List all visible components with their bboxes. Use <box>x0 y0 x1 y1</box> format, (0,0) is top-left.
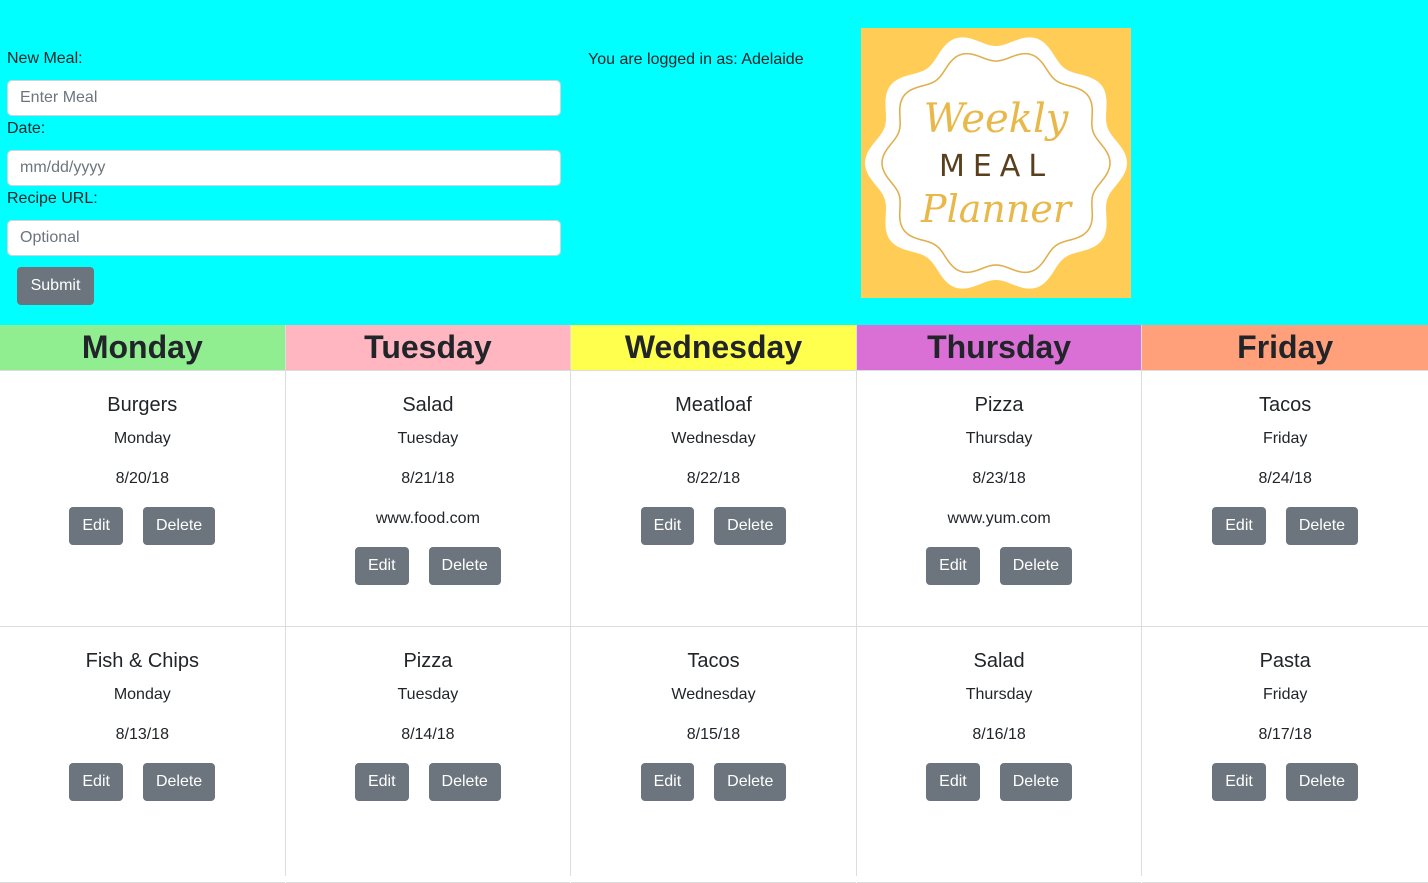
meal-input[interactable] <box>7 80 561 116</box>
meal-name: Meatloaf <box>675 394 752 416</box>
meal-date: 8/13/18 <box>115 726 169 743</box>
delete-button[interactable]: Delete <box>999 763 1072 801</box>
meal-card: Pizza Thursday 8/23/18 www.yum.com Edit … <box>856 371 1142 627</box>
day-column-tuesday: Tuesday Salad Tuesday 8/21/18 www.food.c… <box>285 325 572 883</box>
meal-card: Fish & Chips Monday 8/13/18 Edit Delete <box>0 627 285 883</box>
delete-button[interactable]: Delete <box>1285 507 1359 545</box>
edit-button[interactable]: Edit <box>354 763 409 801</box>
meal-name: Salad <box>402 394 454 416</box>
day-header-thursday: Thursday <box>856 325 1142 371</box>
meal-day: Friday <box>1262 686 1308 703</box>
meal-card: Burgers Monday 8/20/18 Edit Delete <box>0 371 285 627</box>
meal-date: 8/23/18 <box>972 470 1026 487</box>
meal-date: 8/16/18 <box>972 726 1026 743</box>
meal-recipe-url: www.yum.com <box>947 510 1051 527</box>
meal-day: Friday <box>1262 430 1308 447</box>
delete-button[interactable]: Delete <box>142 507 216 545</box>
meal-day: Tuesday <box>397 430 459 447</box>
delete-button[interactable]: Delete <box>714 763 787 801</box>
meal-name: Salad <box>973 650 1025 672</box>
day-column-monday: Monday Burgers Monday 8/20/18 Edit Delet… <box>0 325 286 883</box>
meal-card: Meatloaf Wednesday 8/22/18 Edit Delete <box>571 371 856 627</box>
meal-card: Pasta Friday 8/17/18 Edit Delete <box>1142 627 1428 883</box>
meal-day: Wednesday <box>671 686 756 703</box>
meal-date: 8/24/18 <box>1258 470 1312 487</box>
logo-text-weekly: Weekly <box>924 96 1070 142</box>
submit-button[interactable]: Submit <box>17 267 94 305</box>
new-meal-label: New Meal: <box>7 50 83 67</box>
edit-button[interactable]: Edit <box>69 763 123 801</box>
delete-button[interactable]: Delete <box>1285 763 1359 801</box>
meal-name: Pizza <box>974 394 1024 416</box>
day-column-wednesday: Wednesday Meatloaf Wednesday 8/22/18 Edi… <box>571 325 857 883</box>
meal-name: Fish & Chips <box>85 650 199 672</box>
edit-button[interactable]: Edit <box>640 763 695 801</box>
logged-in-status: You are logged in as: Adelaide <box>588 51 804 68</box>
date-label: Date: <box>7 120 46 137</box>
top-panel: New Meal: Date: Recipe URL: Submit You a… <box>0 0 1428 325</box>
meal-name: Tacos <box>1259 394 1312 416</box>
delete-button[interactable]: Delete <box>999 547 1072 585</box>
meal-date: 8/17/18 <box>1258 726 1312 743</box>
meal-card: Pizza Tuesday 8/14/18 Edit Delete <box>285 627 571 883</box>
weekly-meal-planner-logo: Weekly MEAL Planner <box>861 28 1131 298</box>
day-header-wednesday: Wednesday <box>571 325 856 371</box>
date-input[interactable] <box>7 150 561 186</box>
meal-day: Thursday <box>965 430 1033 447</box>
day-header-friday: Friday <box>1142 325 1428 371</box>
meal-date: 8/20/18 <box>115 470 169 487</box>
meal-card: Salad Tuesday 8/21/18 www.food.com Edit … <box>285 371 571 627</box>
meal-day: Monday <box>113 686 171 703</box>
edit-button[interactable]: Edit <box>640 507 695 545</box>
meal-card: Tacos Wednesday 8/15/18 Edit Delete <box>571 627 856 883</box>
recipe-url-label: Recipe URL: <box>7 190 98 207</box>
week-grid: Monday Burgers Monday 8/20/18 Edit Delet… <box>0 325 1428 883</box>
logo-text-planner: Planner <box>920 187 1074 231</box>
meal-date: 8/14/18 <box>401 726 455 743</box>
meal-day: Tuesday <box>397 686 459 703</box>
delete-button[interactable]: Delete <box>142 763 216 801</box>
delete-button[interactable]: Delete <box>428 763 501 801</box>
day-column-thursday: Thursday Pizza Thursday 8/23/18 www.yum.… <box>856 325 1143 883</box>
meal-date: 8/22/18 <box>686 470 741 487</box>
meal-recipe-url: www.food.com <box>375 510 480 527</box>
edit-button[interactable]: Edit <box>926 763 980 801</box>
delete-button[interactable]: Delete <box>714 507 787 545</box>
meal-card: Salad Thursday 8/16/18 Edit Delete <box>856 627 1142 883</box>
edit-button[interactable]: Edit <box>926 547 980 585</box>
day-header-tuesday: Tuesday <box>285 325 571 371</box>
meal-name: Burgers <box>107 394 178 416</box>
meal-date: 8/15/18 <box>686 726 741 743</box>
meal-name: Tacos <box>687 650 740 672</box>
meal-day: Wednesday <box>671 430 756 447</box>
meal-day: Monday <box>113 430 171 447</box>
day-column-friday: Friday Tacos Friday 8/24/18 Edit Delete … <box>1142 325 1428 883</box>
meal-date: 8/21/18 <box>401 470 455 487</box>
meal-day: Thursday <box>965 686 1033 703</box>
delete-button[interactable]: Delete <box>428 547 501 585</box>
edit-button[interactable]: Edit <box>1212 763 1266 801</box>
logo-text-meal: MEAL <box>939 149 1053 184</box>
edit-button[interactable]: Edit <box>1212 507 1266 545</box>
edit-button[interactable]: Edit <box>354 547 409 585</box>
edit-button[interactable]: Edit <box>69 507 123 545</box>
recipe-url-input[interactable] <box>7 220 561 256</box>
meal-name: Pasta <box>1259 650 1311 672</box>
meal-card: Tacos Friday 8/24/18 Edit Delete <box>1142 371 1428 627</box>
day-header-monday: Monday <box>0 325 285 371</box>
meal-name: Pizza <box>403 650 453 672</box>
